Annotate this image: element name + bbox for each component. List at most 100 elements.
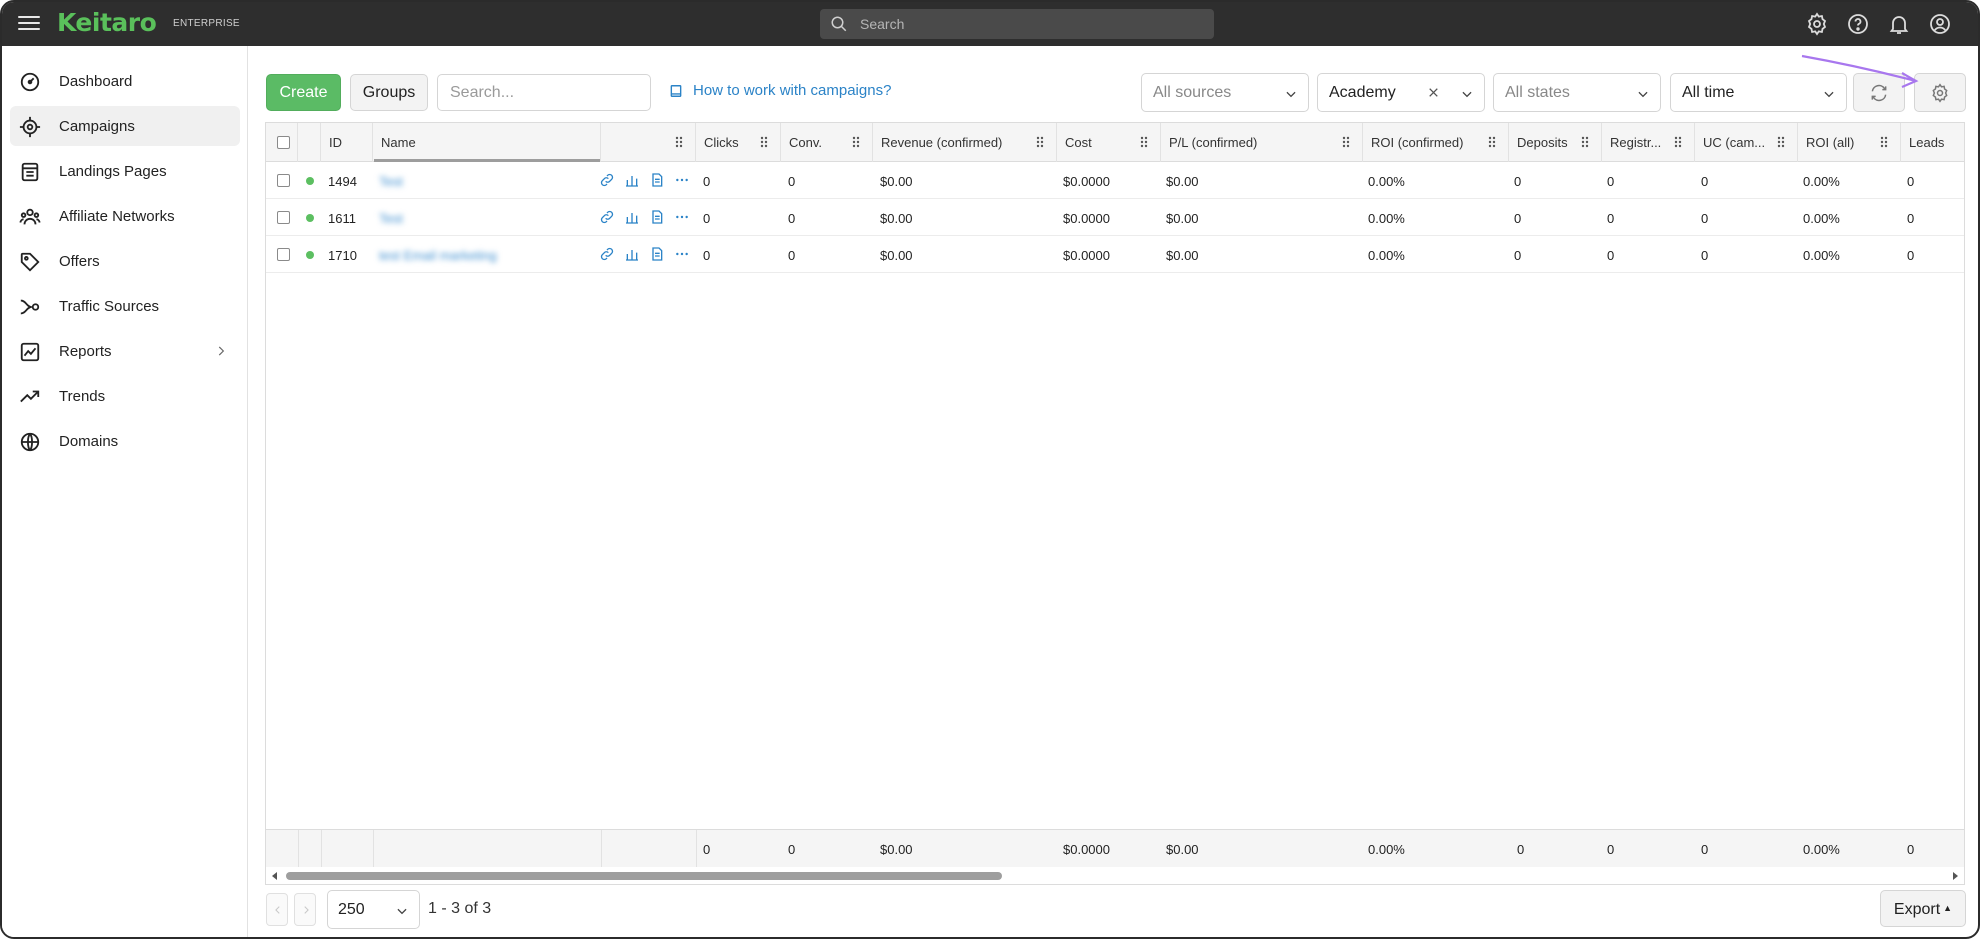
- sidebar-item-dashboard[interactable]: Dashboard: [10, 61, 240, 101]
- gear-icon: [1932, 83, 1948, 103]
- prev-page-button[interactable]: [266, 893, 288, 926]
- groups-button[interactable]: Groups: [350, 74, 428, 111]
- bell-icon[interactable]: [1887, 12, 1911, 36]
- link-icon[interactable]: [599, 172, 615, 188]
- help-link-text[interactable]: How to work with campaigns?: [693, 82, 891, 99]
- column-header-roi-all[interactable]: ROI (all): [1798, 123, 1901, 162]
- chevron-down-icon: [1638, 91, 1648, 98]
- scroll-left-icon[interactable]: [270, 871, 280, 881]
- campaign-name[interactable]: Test: [379, 174, 403, 189]
- drag-handle-icon[interactable]: [675, 136, 683, 148]
- row-checkbox[interactable]: [277, 174, 290, 187]
- drag-handle-icon[interactable]: [1140, 136, 1148, 148]
- link-icon[interactable]: [599, 209, 615, 225]
- row-checkbox[interactable]: [277, 211, 290, 224]
- global-search-input[interactable]: [860, 9, 1200, 39]
- leads-value: 0: [1907, 174, 1915, 189]
- column-header-id[interactable]: ID: [321, 123, 373, 162]
- page-size-value: 250: [338, 901, 365, 918]
- uc-value: 0: [1701, 248, 1709, 263]
- drag-handle-icon[interactable]: [1581, 136, 1589, 148]
- column-header-roi[interactable]: ROI (confirmed): [1363, 123, 1509, 162]
- column-header-actions: [601, 123, 696, 162]
- log-icon[interactable]: [649, 172, 665, 188]
- sidebar-item-affiliate-networks[interactable]: Affiliate Networks: [10, 196, 240, 236]
- landing-icon: [21, 162, 39, 182]
- gear-icon[interactable]: [1805, 12, 1829, 36]
- horizontal-scrollbar[interactable]: [266, 867, 1964, 884]
- drag-handle-icon[interactable]: [1342, 136, 1350, 148]
- column-header-deposits[interactable]: Deposits: [1509, 123, 1602, 162]
- search-icon: [831, 16, 847, 32]
- more-icon[interactable]: [674, 172, 690, 188]
- stats-icon[interactable]: [624, 246, 640, 262]
- global-search[interactable]: [820, 9, 1214, 39]
- campaign-search-input[interactable]: [437, 74, 651, 111]
- deposits-value: 0: [1514, 248, 1522, 263]
- drag-handle-icon[interactable]: [1880, 136, 1888, 148]
- campaign-name[interactable]: Test: [379, 211, 403, 226]
- scroll-right-icon[interactable]: [1950, 871, 1960, 881]
- log-icon[interactable]: [649, 246, 665, 262]
- drag-handle-icon[interactable]: [1036, 136, 1044, 148]
- column-header-uc[interactable]: UC (cam...: [1695, 123, 1798, 162]
- drag-handle-icon[interactable]: [852, 136, 860, 148]
- user-icon[interactable]: [1928, 12, 1952, 36]
- table-row[interactable]: 1710 test Email marketing 0 0 $0.00 $0.0…: [266, 236, 1964, 273]
- link-icon[interactable]: [599, 246, 615, 262]
- drag-handle-icon[interactable]: [1488, 136, 1496, 148]
- campaign-name[interactable]: test Email marketing: [379, 248, 497, 263]
- top-bar: Keitaro ENTERPRISE: [2, 2, 1978, 46]
- column-divider: [373, 830, 374, 868]
- total-roi-all: 0.00%: [1803, 842, 1840, 857]
- sidebar-item-domains[interactable]: Domains: [10, 421, 240, 461]
- column-header-name[interactable]: Name: [373, 123, 601, 162]
- sidebar-item-trends[interactable]: Trends: [10, 376, 240, 416]
- sources-filter[interactable]: All sources: [1141, 73, 1309, 112]
- drag-handle-icon[interactable]: [1674, 136, 1682, 148]
- help-link[interactable]: How to work with campaigns?: [669, 82, 891, 99]
- table-row[interactable]: 1494 Test 0 0 $0.00 $0.0000 $0.00 0.00% …: [266, 162, 1964, 199]
- column-header-pl[interactable]: P/L (confirmed): [1161, 123, 1363, 162]
- stats-icon[interactable]: [624, 209, 640, 225]
- group-filter[interactable]: Academy: [1317, 73, 1485, 112]
- book-icon: [670, 84, 682, 97]
- select-all-cell: [266, 123, 298, 162]
- sidebar-item-offers[interactable]: Offers: [10, 241, 240, 281]
- create-button[interactable]: Create: [266, 74, 341, 111]
- states-filter[interactable]: All states: [1493, 73, 1661, 112]
- log-icon[interactable]: [649, 209, 665, 225]
- table-row[interactable]: 1611 Test 0 0 $0.00 $0.0000 $0.00 0.00% …: [266, 199, 1964, 236]
- more-icon[interactable]: [674, 246, 690, 262]
- column-header-conv[interactable]: Conv.: [781, 123, 873, 162]
- cost-value: $0.0000: [1063, 174, 1110, 189]
- help-icon[interactable]: [1846, 12, 1870, 36]
- drag-handle-icon[interactable]: [1777, 136, 1785, 148]
- globe-icon: [20, 432, 40, 452]
- row-checkbox[interactable]: [277, 248, 290, 261]
- column-header-registrations[interactable]: Registr...: [1602, 123, 1695, 162]
- keitaro-logo[interactable]: Keitaro: [57, 8, 157, 37]
- next-page-button[interactable]: [294, 893, 316, 926]
- column-header-clicks[interactable]: Clicks: [696, 123, 781, 162]
- more-icon[interactable]: [674, 209, 690, 225]
- column-header-leads[interactable]: Leads: [1901, 123, 1964, 162]
- export-button[interactable]: Export ▲: [1880, 890, 1966, 927]
- total-roi: 0.00%: [1368, 842, 1405, 857]
- sidebar-item-traffic-sources[interactable]: Traffic Sources: [10, 286, 240, 326]
- revenue-value: $0.00: [880, 174, 913, 189]
- drag-handle-icon[interactable]: [760, 136, 768, 148]
- sidebar-item-landing-pages[interactable]: Landings Pages: [10, 151, 240, 191]
- clear-icon[interactable]: [1427, 86, 1440, 99]
- column-header-revenue[interactable]: Revenue (confirmed): [873, 123, 1057, 162]
- menu-icon[interactable]: [18, 13, 40, 35]
- stats-icon[interactable]: [624, 172, 640, 188]
- page-size-select[interactable]: 250: [327, 890, 420, 929]
- uc-value: 0: [1701, 211, 1709, 226]
- sidebar-item-campaigns[interactable]: Campaigns: [10, 106, 240, 146]
- sidebar-item-label: Campaigns: [59, 118, 135, 135]
- sidebar-item-reports[interactable]: Reports: [10, 331, 240, 371]
- scrollbar-thumb[interactable]: [286, 872, 1002, 880]
- select-all-checkbox[interactable]: [277, 136, 290, 149]
- column-header-cost[interactable]: Cost: [1057, 123, 1161, 162]
